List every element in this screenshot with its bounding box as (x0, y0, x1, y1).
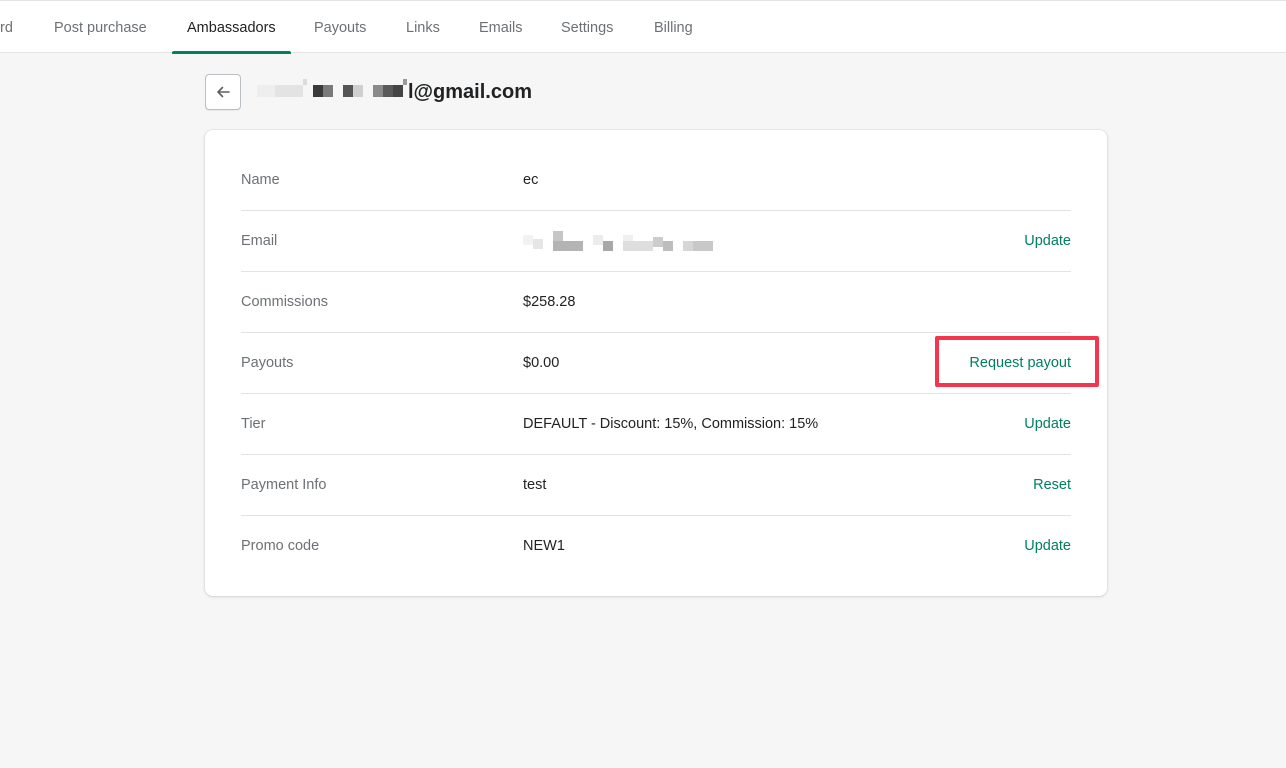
detail-value: $258.28 (523, 294, 576, 310)
tab-ambassadors[interactable]: Ambassadors (172, 1, 291, 54)
detail-value: DEFAULT - Discount: 15%, Commission: 15% (523, 416, 819, 432)
detail-label: Promo code (241, 538, 320, 554)
detail-label: Tier (241, 416, 266, 432)
tab-settings[interactable]: Settings (561, 1, 613, 53)
arrow-left-icon (217, 86, 230, 98)
detail-row-payouts: Payouts $0.00 Request payout (241, 333, 1071, 394)
detail-label: Name (241, 172, 280, 188)
detail-row-tier: Tier DEFAULT - Discount: 15%, Commission… (241, 394, 1071, 455)
ambassador-details-card: Name ec Email Update Commissions $258.28… (205, 130, 1107, 596)
page-title: l@gmail.com (257, 79, 532, 105)
update-promo-code-button[interactable]: Update (1024, 516, 1071, 576)
update-tier-button[interactable]: Update (1024, 394, 1071, 454)
detail-label: Payouts (241, 355, 294, 371)
back-button[interactable] (205, 74, 241, 110)
redacted-email-value (523, 231, 723, 253)
detail-row-commissions: Commissions $258.28 (241, 272, 1071, 333)
tab-ambassadors-label: Ambassadors (187, 20, 276, 36)
tab-emails[interactable]: Emails (479, 1, 523, 53)
detail-row-name: Name ec (241, 150, 1071, 211)
detail-label: Payment Info (241, 477, 327, 493)
tab-links[interactable]: Links (406, 1, 440, 53)
update-email-button[interactable]: Update (1024, 211, 1071, 271)
detail-row-promo-code: Promo code NEW1 Update (241, 516, 1071, 577)
tab-post-purchase[interactable]: Post purchase (54, 1, 147, 53)
detail-row-email: Email Update (241, 211, 1071, 272)
detail-value: test (523, 477, 547, 493)
detail-label: Email (241, 233, 278, 249)
top-tab-bar: rd Post purchase Ambassadors Payouts Lin… (0, 0, 1286, 54)
active-tab-indicator (172, 51, 291, 54)
tab-dashboard[interactable]: rd (0, 1, 13, 53)
reset-payment-info-button[interactable]: Reset (1033, 455, 1071, 515)
detail-label: Commissions (241, 294, 329, 310)
detail-value: $0.00 (523, 355, 560, 371)
detail-value: ec (523, 172, 539, 188)
tab-billing[interactable]: Billing (654, 1, 693, 53)
detail-value: NEW1 (523, 538, 565, 554)
page-title-email-suffix: l@gmail.com (408, 80, 532, 103)
redacted-email-prefix (257, 79, 407, 105)
detail-row-payment-info: Payment Info test Reset (241, 455, 1071, 516)
tab-payouts[interactable]: Payouts (314, 1, 366, 53)
request-payout-button[interactable]: Request payout (969, 333, 1071, 393)
